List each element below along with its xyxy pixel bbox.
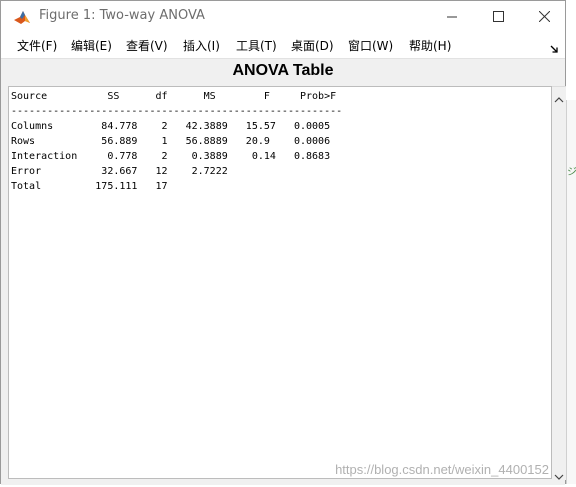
anova-row-total: Total 175.111 17: [11, 181, 168, 192]
figure-content: ANOVA Table Source SS df MS F Prob>F ---…: [1, 59, 566, 485]
menu-file[interactable]: 文件(F): [17, 37, 57, 54]
anova-row-columns: Columns 84.778 2 42.3889 15.57 0.0005: [11, 121, 331, 132]
menu-window[interactable]: 窗口(W): [348, 37, 393, 54]
maximize-icon: [492, 11, 504, 22]
anova-header-row: Source SS df MS F Prob>F: [11, 91, 337, 102]
anova-row-rows: Rows 56.889 1 56.8889 20.9 0.0006: [11, 136, 331, 147]
scroll-up-icon[interactable]: [554, 90, 564, 103]
vertical-scrollbar[interactable]: [552, 86, 566, 480]
anova-table: Source SS df MS F Prob>F ---------------…: [11, 89, 342, 194]
menu-view[interactable]: 查看(V): [126, 37, 168, 54]
title-bar[interactable]: Figure 1: Two-way ANOVA: [1, 1, 565, 32]
menu-help[interactable]: 帮助(H): [409, 37, 451, 54]
menu-insert[interactable]: 插入(I): [183, 37, 220, 54]
close-icon: [538, 11, 550, 22]
anova-row-interaction: Interaction 0.778 2 0.3889 0.14 0.8683: [11, 151, 331, 162]
menu-bar: 文件(F) 编辑(E) 查看(V) 插入(I) 工具(T) 桌面(D) 窗口(W…: [1, 32, 565, 59]
maximize-button[interactable]: [475, 1, 521, 32]
dock-arrow-icon[interactable]: [550, 39, 559, 58]
window-title: Figure 1: Two-way ANOVA: [39, 8, 205, 23]
watermark: https://blog.csdn.net/weixin_4400152: [335, 462, 549, 477]
anova-row-error: Error 32.667 12 2.7222: [11, 166, 228, 177]
anova-table-listbox[interactable]: Source SS df MS F Prob>F ---------------…: [8, 86, 552, 479]
scroll-down-icon[interactable]: [554, 467, 564, 480]
figure-window: Figure 1: Two-way ANOVA 文件(F) 编辑(E) 查看(V…: [0, 0, 566, 485]
menu-edit[interactable]: 编辑(E): [71, 37, 112, 54]
menu-desktop[interactable]: 桌面(D): [291, 37, 334, 54]
minimize-icon: [447, 16, 457, 17]
background-window-right-edge: [566, 100, 576, 487]
background-text: ジ: [567, 167, 576, 178]
close-button[interactable]: [521, 1, 567, 32]
minimize-button[interactable]: [429, 1, 475, 32]
matlab-icon: [13, 8, 31, 26]
menu-tools[interactable]: 工具(T): [236, 37, 277, 54]
anova-divider: ----------------------------------------…: [11, 106, 343, 117]
anova-table-title: ANOVA Table: [232, 62, 334, 79]
